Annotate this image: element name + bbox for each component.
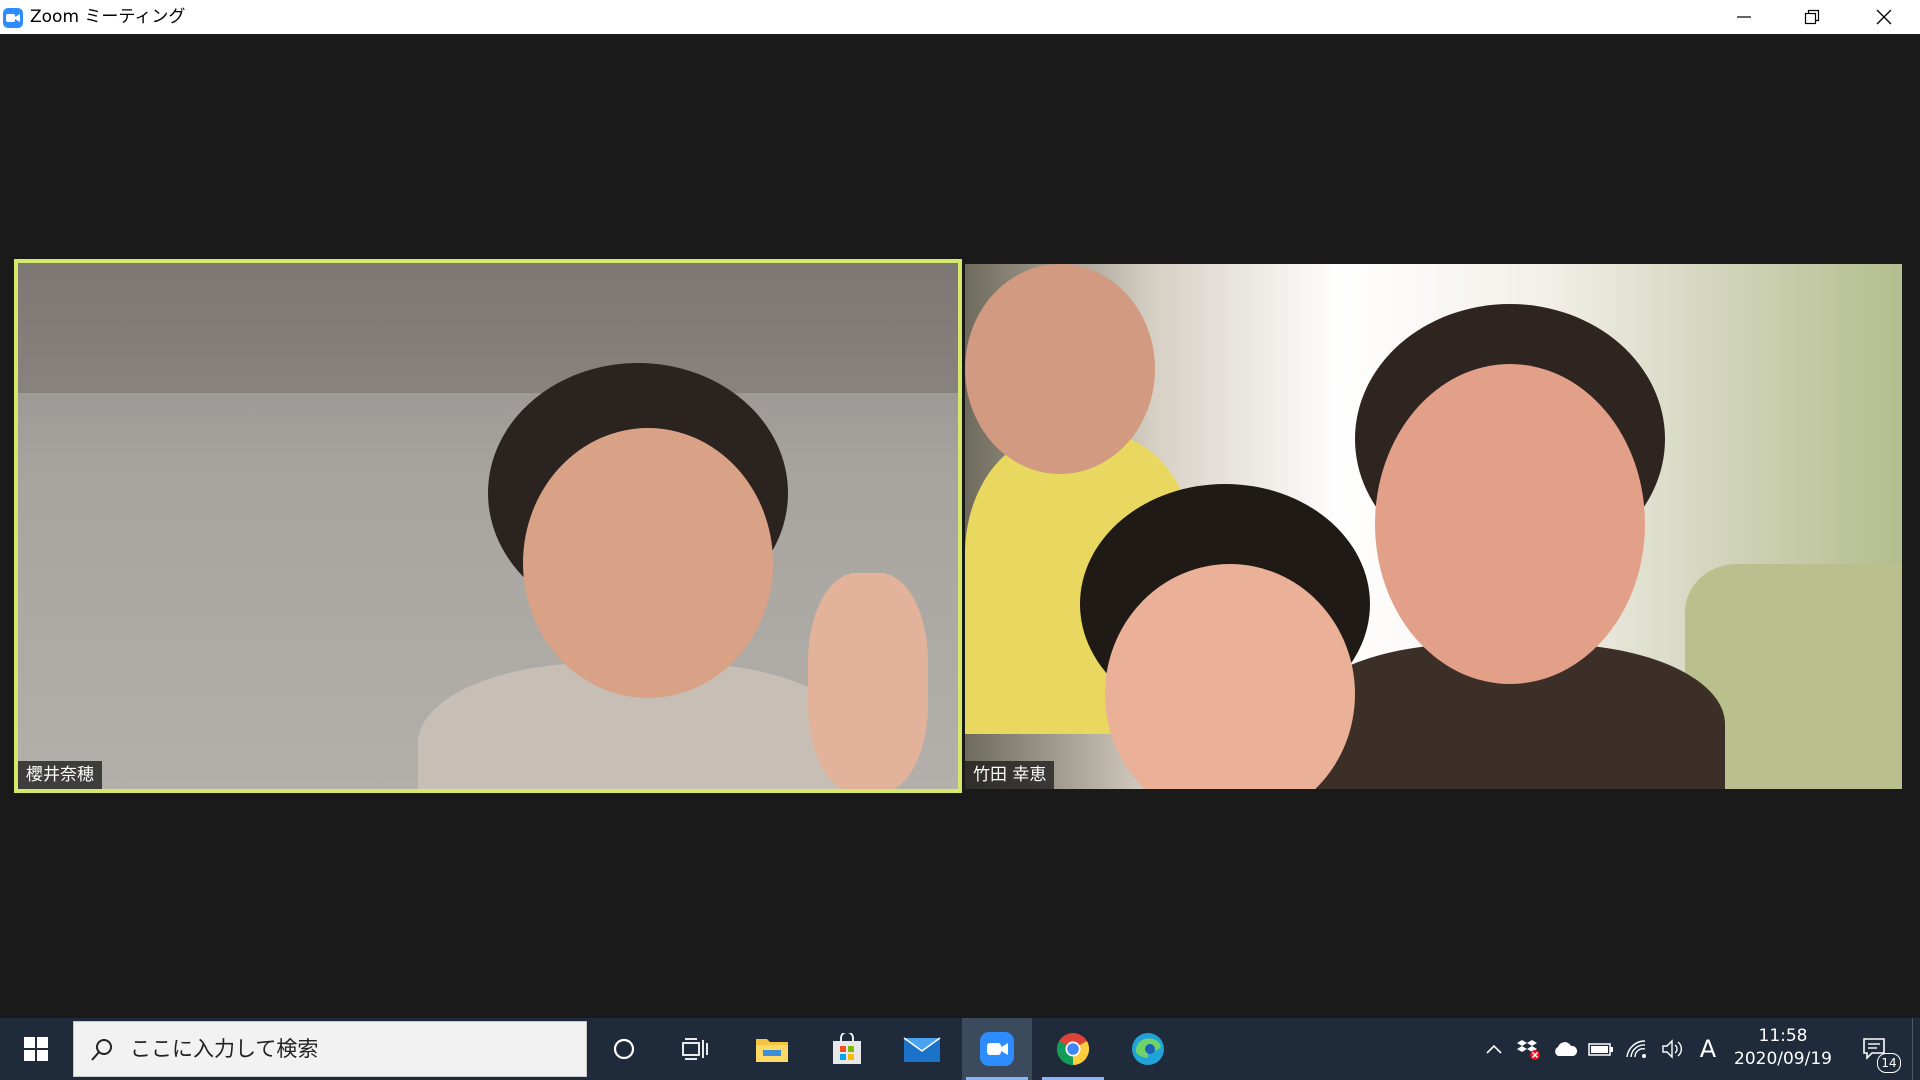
minimize-button[interactable] xyxy=(1710,0,1778,34)
cortana-button[interactable] xyxy=(589,1018,659,1080)
clock-time: 11:58 xyxy=(1758,1026,1808,1046)
microsoft-store-button[interactable] xyxy=(812,1018,882,1080)
restore-button[interactable] xyxy=(1778,0,1846,34)
windows-logo-icon xyxy=(24,1037,48,1061)
minimize-icon xyxy=(1737,16,1751,18)
search-icon xyxy=(91,1039,112,1061)
battery-tray-button[interactable] xyxy=(1584,1018,1618,1080)
chevron-up-icon xyxy=(1486,1044,1502,1054)
notification-count-badge: 14 xyxy=(1877,1053,1901,1073)
video-person-face xyxy=(965,264,1155,474)
window-title: Zoom ミーティング xyxy=(30,7,186,27)
meeting-stage: 櫻井奈穂 竹田 幸恵 xyxy=(0,34,1920,1018)
volume-tray-button[interactable] xyxy=(1656,1018,1690,1080)
video-tile-participant[interactable]: 竹田 幸恵 xyxy=(965,264,1902,789)
video-person-face xyxy=(1375,364,1645,684)
start-button[interactable] xyxy=(0,1018,72,1080)
video-background xyxy=(18,263,958,393)
onedrive-cloud-icon xyxy=(1555,1042,1578,1056)
wifi-icon xyxy=(1626,1040,1646,1058)
close-button[interactable] xyxy=(1850,0,1918,34)
participant-name-label: 櫻井奈穂 xyxy=(18,761,102,789)
video-tile-active-speaker[interactable]: 櫻井奈穂 xyxy=(14,259,962,793)
zoom-icon xyxy=(980,1032,1014,1066)
mail-button[interactable] xyxy=(887,1018,957,1080)
speaker-icon xyxy=(1662,1039,1682,1059)
task-view-icon xyxy=(682,1038,708,1060)
dropbox-error-icon xyxy=(1517,1040,1540,1060)
edge-icon xyxy=(1132,1033,1164,1065)
taskbar-clock[interactable]: 11:58 2020/09/19 xyxy=(1728,1025,1838,1075)
task-view-button[interactable] xyxy=(660,1018,730,1080)
ime-mode-indicator[interactable]: A xyxy=(1694,1034,1722,1064)
action-center-button[interactable]: 14 xyxy=(1850,1018,1902,1080)
clock-date: 2020/09/19 xyxy=(1734,1049,1832,1069)
file-explorer-icon xyxy=(756,1039,788,1062)
dropbox-tray-button[interactable] xyxy=(1512,1018,1546,1080)
participant-name-label: 竹田 幸恵 xyxy=(965,761,1055,789)
title-bar: Zoom ミーティング xyxy=(0,0,1920,34)
zoom-taskbar-button[interactable] xyxy=(962,1018,1032,1080)
file-explorer-button[interactable] xyxy=(737,1018,807,1080)
mail-icon xyxy=(903,1037,941,1062)
taskbar-search-box[interactable] xyxy=(73,1021,587,1077)
close-icon xyxy=(1876,9,1892,25)
edge-taskbar-button[interactable] xyxy=(1113,1018,1183,1080)
show-desktop-button[interactable] xyxy=(1912,1018,1920,1080)
zoom-app-icon xyxy=(3,8,23,28)
show-hidden-icons-button[interactable] xyxy=(1477,1018,1511,1080)
microsoft-store-icon xyxy=(833,1033,861,1064)
search-input[interactable] xyxy=(130,1022,570,1076)
video-person-hand xyxy=(808,573,928,789)
restore-icon xyxy=(1804,9,1820,25)
video-person-face xyxy=(523,428,773,698)
chrome-taskbar-button[interactable] xyxy=(1038,1018,1108,1080)
chrome-icon xyxy=(1056,1033,1090,1065)
taskbar: A 11:58 2020/09/19 14 xyxy=(0,1018,1920,1080)
onedrive-tray-button[interactable] xyxy=(1548,1018,1582,1080)
battery-icon xyxy=(1588,1043,1613,1056)
cortana-icon xyxy=(613,1038,635,1060)
network-tray-button[interactable] xyxy=(1620,1018,1654,1080)
